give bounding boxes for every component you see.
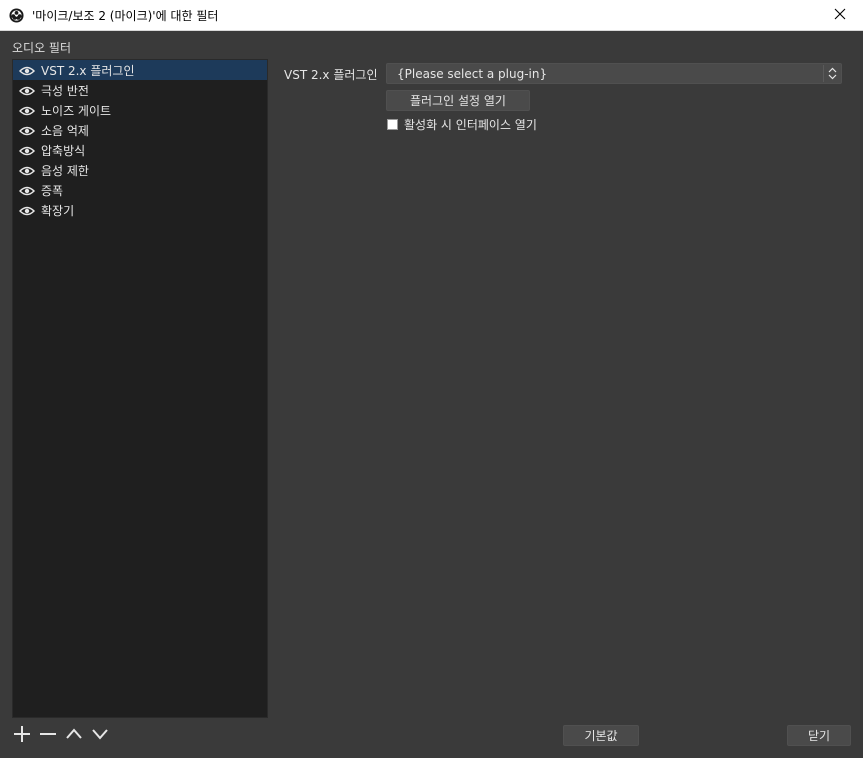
eye-icon[interactable] [18,205,36,216]
filter-item-label: 증폭 [41,183,64,198]
filter-list[interactable]: VST 2.x 플러그인 극성 반전 노이즈 게이트 소음 억제 압축방식 음성… [12,59,268,718]
filter-item-compressor[interactable]: 압축방식 [13,140,267,160]
plus-icon [13,725,31,746]
eye-icon[interactable] [18,105,36,116]
add-filter-button[interactable] [12,724,32,746]
vst-plugin-select-value: {Please select a plug-in} [397,66,548,81]
eye-icon[interactable] [18,165,36,176]
close-icon [834,8,846,23]
filter-item-limiter[interactable]: 음성 제한 [13,160,267,180]
open-on-activate-label: 활성화 시 인터페이스 열기 [404,118,537,132]
filter-item-invert-polarity[interactable]: 극성 반전 [13,80,267,100]
title-bar: '마이크/보조 2 (마이크)'에 대한 필터 [0,0,863,31]
defaults-button[interactable]: 기본값 [563,725,639,746]
filter-item-label: 압축방식 [41,143,86,158]
open-plugin-settings-button[interactable]: 플러그인 설정 열기 [386,90,530,111]
eye-icon[interactable] [18,125,36,136]
filter-item-label: 노이즈 게이트 [41,103,112,118]
vst-plugin-label: VST 2.x 플러그인 [284,68,378,82]
eye-icon[interactable] [18,65,36,76]
eye-icon[interactable] [18,185,36,196]
minus-icon [39,725,57,746]
filter-list-toolbar [12,724,110,746]
filter-item-label: 음성 제한 [41,163,89,178]
remove-filter-button[interactable] [38,724,58,746]
filter-item-noise-gate[interactable]: 노이즈 게이트 [13,100,267,120]
open-on-activate-option[interactable]: 활성화 시 인터페이스 열기 [387,116,537,133]
filter-item-label: 소음 억제 [41,123,89,138]
move-filter-down-button[interactable] [90,724,110,746]
filter-item-label: 극성 반전 [41,83,89,98]
vst-plugin-select[interactable]: {Please select a plug-in} [386,63,842,84]
eye-icon[interactable] [18,85,36,96]
filter-item-label: VST 2.x 플러그인 [41,63,135,78]
filter-item-expander[interactable]: 확장기 [13,200,267,220]
window-title: '마이크/보조 2 (마이크)'에 대한 필터 [32,9,219,23]
close-button[interactable]: 닫기 [787,725,851,746]
chevron-down-icon [91,725,109,746]
audio-filters-label: 오디오 필터 [12,41,72,55]
window-close-button[interactable] [817,0,863,30]
filter-item-gain[interactable]: 증폭 [13,180,267,200]
obs-logo-icon [9,8,24,23]
chevron-up-icon [65,725,83,746]
eye-icon[interactable] [18,145,36,156]
filter-item-label: 확장기 [41,203,75,218]
move-filter-up-button[interactable] [64,724,84,746]
filter-item-vst[interactable]: VST 2.x 플러그인 [13,60,267,80]
up-down-arrows-icon [823,65,840,82]
open-on-activate-checkbox[interactable] [387,119,398,130]
filter-item-noise-suppression[interactable]: 소음 억제 [13,120,267,140]
